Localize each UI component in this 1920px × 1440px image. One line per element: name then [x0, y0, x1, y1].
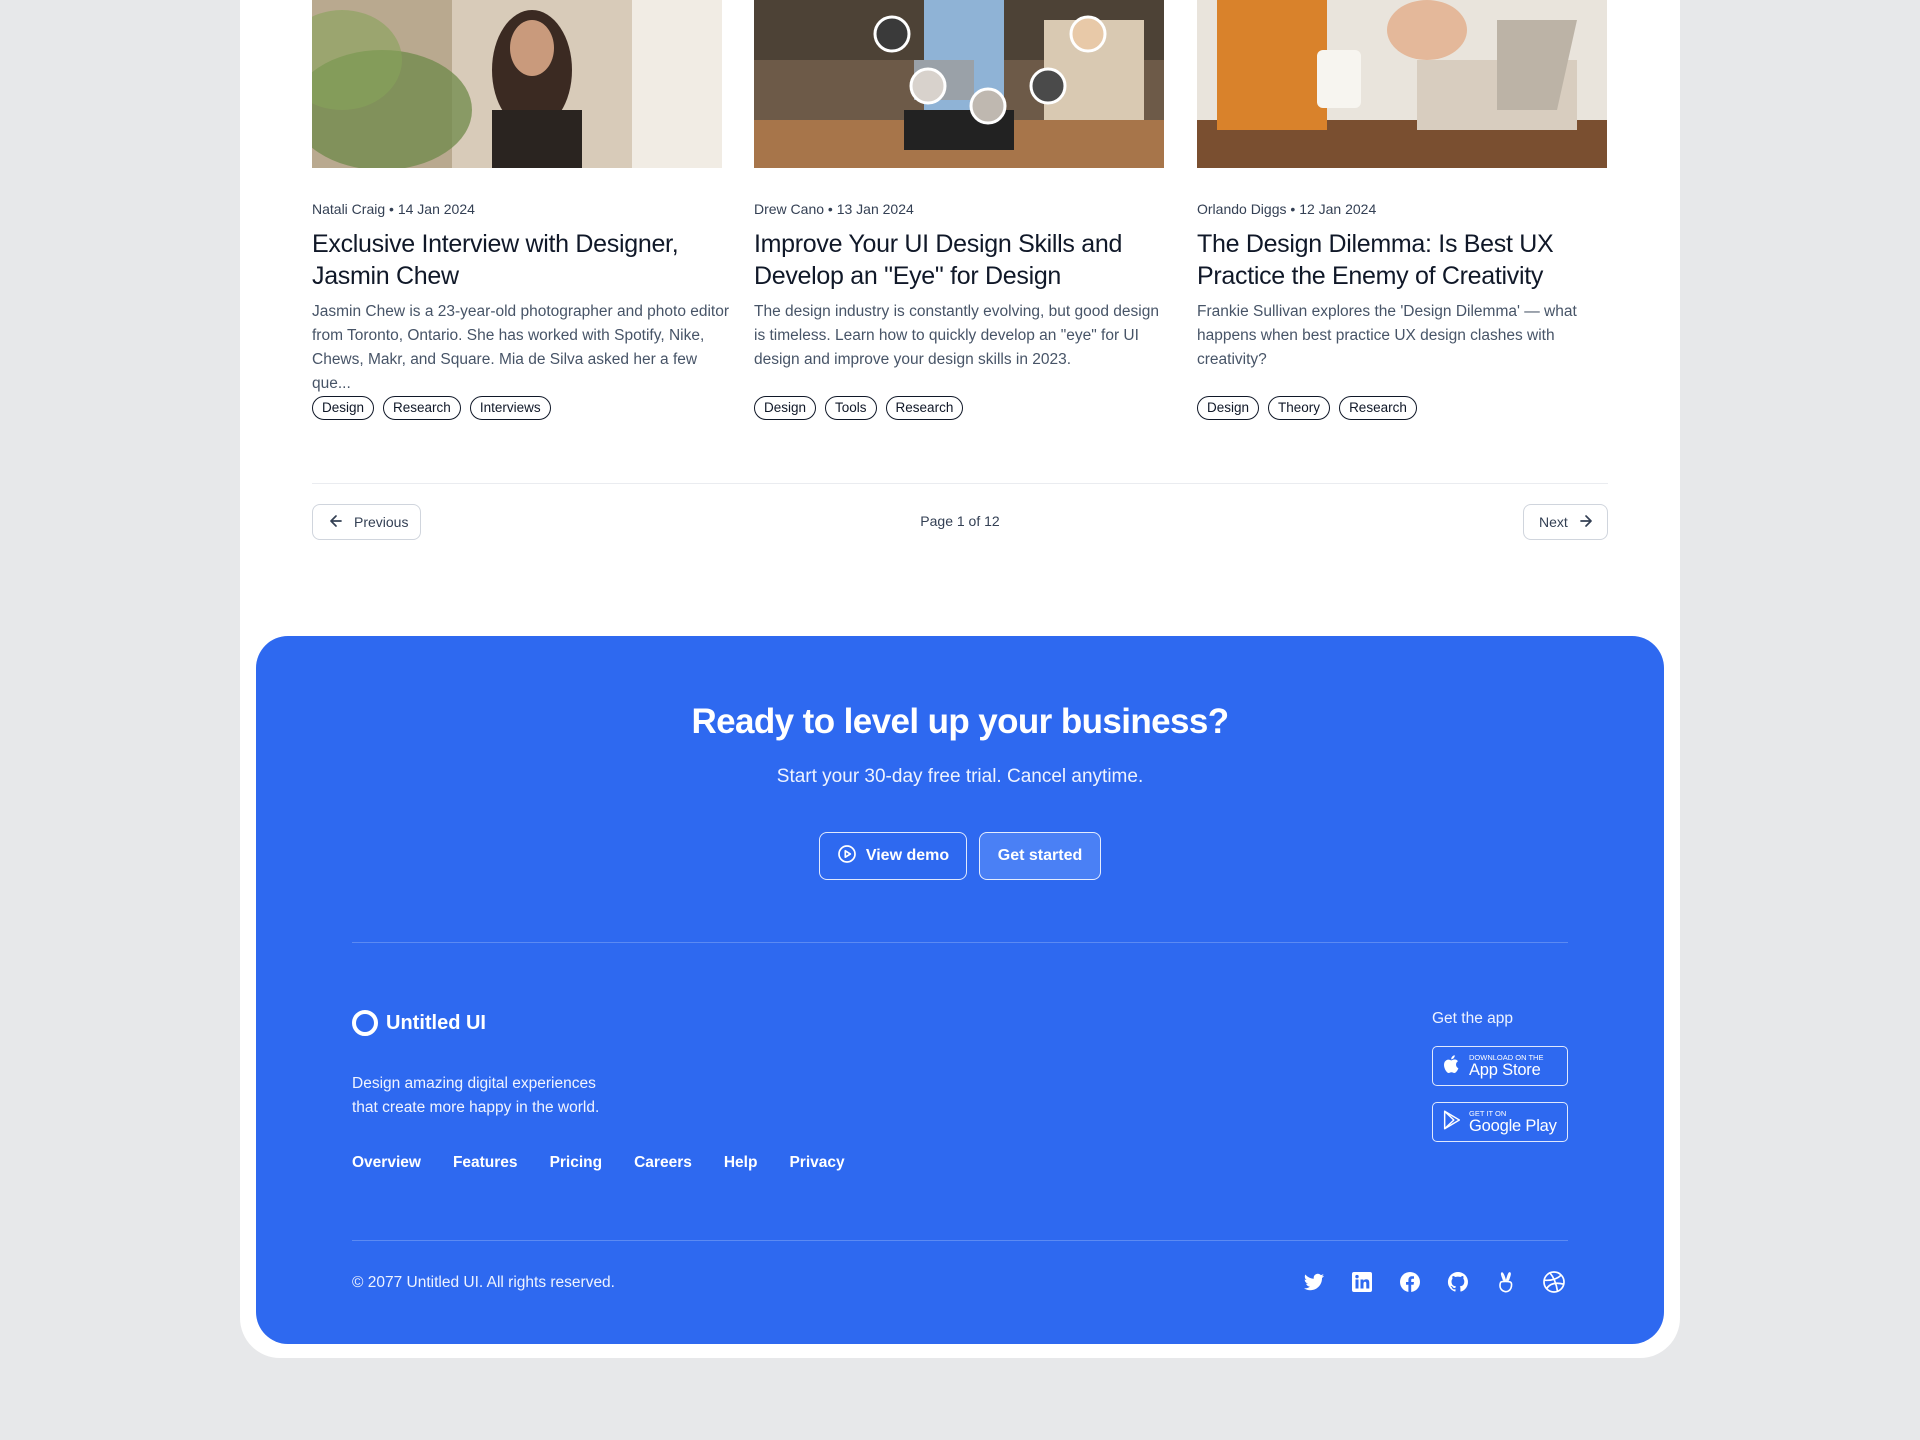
linkedin-icon[interactable]: [1350, 1270, 1374, 1294]
post-date: 14 Jan 2024: [397, 201, 475, 217]
footer-link-features[interactable]: Features: [453, 1154, 518, 1172]
post-image[interactable]: [312, 0, 722, 168]
footer-link-help[interactable]: Help: [724, 1154, 758, 1172]
facebook-icon[interactable]: [1398, 1270, 1422, 1294]
post-meta: Drew Cano • 13 Jan 2024: [754, 201, 914, 217]
angellist-icon[interactable]: [1494, 1270, 1518, 1294]
post-author: Natali Craig: [312, 201, 386, 217]
tag-pill[interactable]: Research: [885, 396, 964, 420]
post-excerpt: Frankie Sullivan explores the 'Design Di…: [1197, 303, 1577, 368]
app-store-text: Download on the App Store: [1469, 1053, 1543, 1079]
footer-links: Overview Features Pricing Careers Help P…: [352, 1154, 845, 1172]
github-icon[interactable]: [1446, 1270, 1470, 1294]
page-indicator: Page 1 of 12: [920, 513, 1000, 529]
app-store-badge[interactable]: Download on the App Store: [1432, 1046, 1568, 1086]
twitter-icon[interactable]: [1302, 1270, 1326, 1294]
tag-pill[interactable]: Interviews: [469, 396, 551, 420]
tag-pill[interactable]: Tools: [825, 396, 877, 420]
post-image[interactable]: [754, 0, 1164, 168]
tag-pill[interactable]: Design: [312, 396, 375, 420]
post-date: 12 Jan 2024: [1299, 201, 1377, 217]
post-title[interactable]: Exclusive Interview with Designer, Jasmi…: [312, 228, 722, 292]
view-demo-button[interactable]: View demo: [819, 832, 967, 880]
next-label: Next: [1539, 514, 1568, 530]
footer-divider-bottom: [352, 1240, 1568, 1241]
google-play-badge[interactable]: GET IT ON Google Play: [1432, 1102, 1568, 1142]
post-title[interactable]: Improve Your UI Design Skills and Develo…: [754, 228, 1164, 292]
tagline-line-1: Design amazing digital experiences: [352, 1075, 596, 1092]
post-tags: Design Tools Research: [754, 396, 964, 420]
next-button[interactable]: Next: [1523, 504, 1608, 540]
app-store-big-text: App Store: [1469, 1060, 1541, 1079]
logo-circle-icon: [352, 1010, 378, 1036]
footer-link-pricing[interactable]: Pricing: [550, 1154, 603, 1172]
tag-pill[interactable]: Design: [1197, 396, 1260, 420]
tag-pill[interactable]: Research: [383, 396, 461, 420]
footer-link-overview[interactable]: Overview: [352, 1154, 421, 1172]
apple-icon: [1441, 1053, 1463, 1080]
post-author: Drew Cano: [754, 201, 825, 217]
post-date: 13 Jan 2024: [836, 201, 914, 217]
social-links: [1302, 1270, 1566, 1294]
post-tags: Design Research Interviews: [312, 396, 551, 420]
pagination-divider: [312, 483, 1608, 484]
get-app-label: Get the app: [1432, 1010, 1514, 1027]
footer-link-privacy[interactable]: Privacy: [789, 1154, 844, 1172]
get-started-button[interactable]: Get started: [979, 832, 1101, 880]
cta-title: Ready to level up your business?: [691, 702, 1229, 741]
get-started-label: Get started: [997, 847, 1083, 864]
post-excerpt: Jasmin Chew is a 23-year-old photographe…: [312, 303, 730, 392]
footer-divider-top: [352, 942, 1568, 943]
post-tags: Design Theory Research: [1197, 396, 1417, 420]
google-play-text: GET IT ON Google Play: [1469, 1109, 1557, 1135]
copyright-text: © 2077 Untitled UI. All rights reserved.: [352, 1274, 615, 1291]
post-title[interactable]: The Design Dilemma: Is Best UX Practice …: [1197, 228, 1607, 292]
post-meta: Natali Craig • 14 Jan 2024: [312, 201, 475, 217]
post-excerpt: The design industry is constantly evolvi…: [754, 303, 1159, 368]
tag-pill[interactable]: Research: [1339, 396, 1417, 420]
footer-tagline: Design amazing digital experiences that …: [352, 1072, 652, 1120]
post-meta: Orlando Diggs • 12 Jan 2024: [1197, 201, 1377, 217]
brand-name: Untitled UI: [386, 1011, 486, 1034]
view-demo-label: View demo: [865, 847, 950, 864]
play-circle-icon: [837, 844, 857, 869]
footer-link-careers[interactable]: Careers: [634, 1154, 692, 1172]
cta-footer-section: Ready to level up your business? Start y…: [256, 636, 1664, 1344]
dribbble-icon[interactable]: [1542, 1270, 1566, 1294]
tag-pill[interactable]: Theory: [1268, 396, 1331, 420]
post-author: Orlando Diggs: [1197, 201, 1287, 217]
cta-subtitle: Start your 30-day free trial. Cancel any…: [776, 766, 1144, 787]
arrow-right-icon: [1578, 513, 1594, 532]
tagline-line-2: that create more happy in the world.: [352, 1099, 600, 1116]
google-play-big-text: Google Play: [1469, 1116, 1557, 1135]
post-image[interactable]: [1197, 0, 1607, 168]
footer-logo[interactable]: Untitled UI: [352, 1010, 486, 1036]
tag-pill[interactable]: Design: [754, 396, 817, 420]
google-play-icon: [1441, 1109, 1463, 1136]
